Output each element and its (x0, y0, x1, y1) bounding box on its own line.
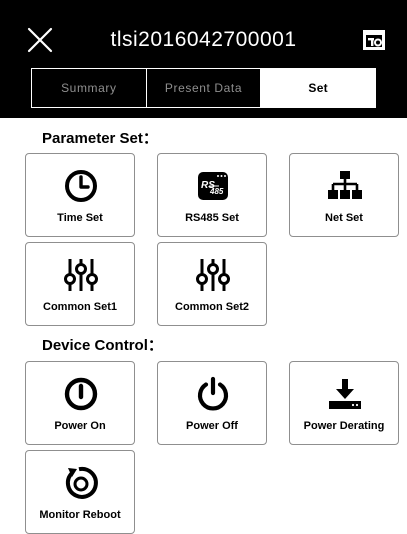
tab-summary[interactable]: Summary (32, 69, 146, 107)
app-header: tlsi2016042700001 Summary Present Data S… (0, 0, 407, 118)
clock-icon (63, 168, 99, 204)
rs485-icon: RS 485 (195, 168, 231, 204)
power-on-icon (63, 376, 99, 412)
power-derating-label: Power Derating (303, 420, 385, 432)
download-icon (327, 376, 363, 412)
power-off-icon (195, 376, 231, 412)
calendar-button[interactable] (363, 30, 385, 50)
time-set-label: Time Set (57, 212, 103, 224)
power-on-button[interactable]: Power On (25, 361, 135, 445)
monitor-reboot-button[interactable]: Monitor Reboot (25, 450, 135, 534)
rs485-set-button[interactable]: RS 485 RS485 Set (157, 153, 267, 237)
calendar-icon (363, 30, 385, 50)
common-set2-button[interactable]: Common Set2 (157, 242, 267, 326)
parameter-set-heading: Parameter Set： (42, 130, 158, 147)
power-derating-button[interactable]: Power Derating (289, 361, 399, 445)
time-set-button[interactable]: Time Set (25, 153, 135, 237)
sliders-icon (195, 257, 231, 293)
power-off-button[interactable]: Power Off (157, 361, 267, 445)
rs485-set-label: RS485 Set (185, 212, 239, 224)
device-control-heading: Device Control： (42, 337, 163, 354)
common-set2-label: Common Set2 (175, 301, 249, 313)
tab-present-data[interactable]: Present Data (145, 69, 261, 107)
common-set1-button[interactable]: Common Set1 (25, 242, 135, 326)
power-on-label: Power On (54, 420, 106, 432)
common-set1-label: Common Set1 (43, 301, 117, 313)
power-off-label: Power Off (186, 420, 238, 432)
tab-bar: Summary Present Data Set (31, 68, 376, 108)
monitor-reboot-label: Monitor Reboot (39, 509, 121, 521)
device-title: tlsi2016042700001 (110, 28, 297, 51)
tab-set[interactable]: Set (260, 69, 376, 107)
net-set-button[interactable]: Net Set (289, 153, 399, 237)
net-set-label: Net Set (325, 212, 363, 224)
reboot-icon (63, 465, 99, 501)
svg-text:485: 485 (209, 187, 224, 196)
sliders-icon (63, 257, 99, 293)
network-icon (327, 168, 363, 204)
